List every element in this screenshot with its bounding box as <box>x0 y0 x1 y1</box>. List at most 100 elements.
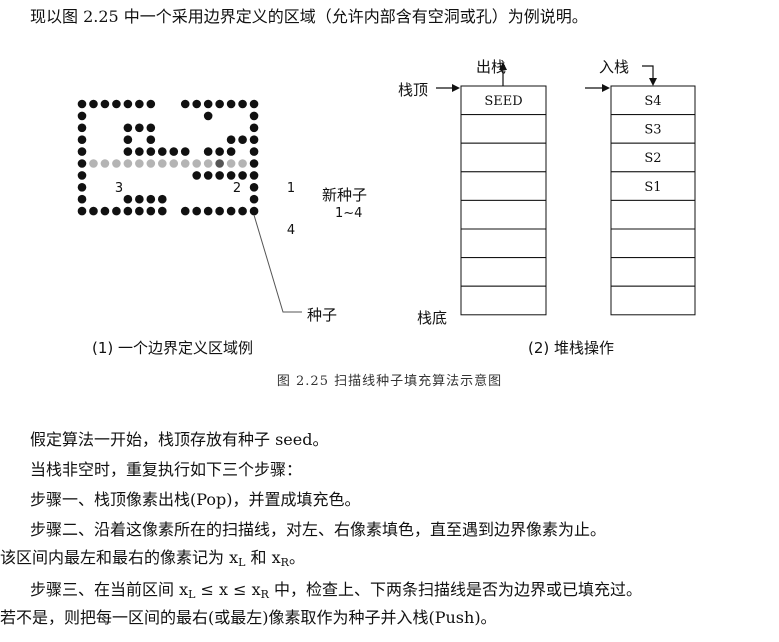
filled-pixel <box>238 159 247 168</box>
stack-2-cell <box>610 285 696 316</box>
paragraph-7: 若不是，则把每一区间的最右(或最左)像素取作为种子并入栈(Push)。 <box>0 608 497 627</box>
boundary-pixel <box>180 99 190 109</box>
boundary-pixel <box>180 206 190 216</box>
stack-2-cell <box>610 257 696 287</box>
boundary-pixel <box>180 147 190 156</box>
boundary-pixel <box>226 147 236 156</box>
boundary-pixel <box>77 111 87 121</box>
boundary-pixel <box>123 147 133 156</box>
pop-label: 出栈 <box>476 58 507 76</box>
stack-1-cell <box>460 142 547 173</box>
filled-pixel <box>89 159 98 168</box>
boundary-pixel <box>77 194 87 204</box>
boundary-pixel <box>226 171 236 180</box>
boundary-pixel <box>203 206 213 216</box>
boundary-pixel <box>112 99 121 109</box>
boundary-pixel <box>77 206 87 216</box>
paragraph-6: 步骤三、在当前区间 xL ≤ x ≤ xR 中，检查上、下两条扫描线是否为边界或… <box>30 580 643 601</box>
boundary-pixel <box>203 111 213 121</box>
filled-pixel <box>157 159 167 168</box>
boundary-pixel <box>169 147 179 156</box>
boundary-pixel <box>249 111 259 121</box>
boundary-pixel <box>215 206 224 216</box>
paragraph-3: 步骤一、栈顶像素出栈(Pop)，并置成填充色。 <box>30 490 361 509</box>
boundary-pixel <box>146 147 156 156</box>
filled-pixel <box>226 159 236 168</box>
boundary-pixel <box>123 99 133 109</box>
stack-1-cell <box>460 199 547 230</box>
seed-label: 种子 <box>307 306 338 324</box>
stack-top-label: 栈顶 <box>398 81 429 99</box>
boundary-pixel <box>215 171 224 180</box>
stack-1-cell <box>460 285 547 316</box>
boundary-pixel <box>203 147 213 156</box>
boundary-pixel <box>123 135 133 144</box>
boundary-pixel <box>135 147 144 156</box>
boundary-pixel <box>215 147 224 156</box>
boundary-pixel <box>238 206 247 216</box>
filled-pixel <box>123 159 133 168</box>
filled-pixel <box>180 159 190 168</box>
right-figure-label: (2) 堆栈操作 <box>528 339 615 357</box>
stack-1-cell-label: SEED <box>484 94 522 109</box>
boundary-pixel <box>146 99 156 109</box>
boundary-pixel <box>249 99 259 109</box>
marker-1: 1 <box>287 181 295 196</box>
boundary-pixel <box>157 147 167 156</box>
figure-caption: 图 2.25 扫描线种子填充算法示意图 <box>276 374 503 389</box>
boundary-pixel <box>226 206 236 216</box>
boundary-pixel <box>226 135 236 144</box>
boundary-pixel <box>249 147 259 156</box>
marker-3: 3 <box>115 181 123 196</box>
boundary-pixel <box>135 194 144 204</box>
stack-1-cell <box>460 257 547 287</box>
paragraph-4: 步骤二、沿着这像素所在的扫描线，对左、右像素填色，直至遇到边界像素为止。 <box>30 520 607 539</box>
boundary-pixel <box>77 147 87 156</box>
boundary-pixel <box>226 99 236 109</box>
boundary-pixel <box>249 206 259 216</box>
boundary-pixel <box>89 206 98 216</box>
stack-2-cell <box>610 199 696 230</box>
paragraph-2: 当栈非空时，重复执行如下三个步骤： <box>30 460 303 479</box>
boundary-pixel <box>146 135 156 144</box>
boundary-pixel <box>192 171 201 180</box>
filled-pixel <box>135 159 144 168</box>
paragraph-5: 该区间内最左和最右的像素记为 xL 和 xR。 <box>0 548 305 569</box>
boundary-pixel <box>249 183 259 192</box>
push-label: 入栈 <box>599 58 630 76</box>
boundary-pixel <box>89 99 98 109</box>
boundary-pixel <box>215 99 224 109</box>
filled-pixel <box>192 159 201 168</box>
stack-1-cell <box>460 171 547 201</box>
boundary-pixel <box>112 206 121 216</box>
boundary-pixel <box>123 123 133 133</box>
boundary-pixel <box>157 194 167 204</box>
stack-2-cell-label: S3 <box>644 123 661 138</box>
push-arrow-line <box>642 65 654 80</box>
push-arrowhead <box>649 78 657 86</box>
filled-pixel <box>100 159 110 168</box>
boundary-pixel <box>100 206 110 216</box>
stack2-pointer-arrowhead <box>602 84 610 92</box>
boundary-pixel <box>192 99 201 109</box>
boundary-pixel <box>249 123 259 133</box>
boundary-pixel <box>135 99 144 109</box>
boundary-pixel <box>135 206 144 216</box>
new-seed-label: 新种子 <box>322 186 368 204</box>
marker-2: 2 <box>233 181 241 196</box>
boundary-pixel <box>100 99 110 109</box>
stack-2-cell-label: S1 <box>644 180 661 195</box>
new-seed-range: 1~4 <box>335 206 363 221</box>
stack-2-cell <box>610 228 696 259</box>
filled-pixel <box>203 159 213 168</box>
boundary-pixel <box>249 159 259 168</box>
boundary-pixel <box>249 194 259 204</box>
boundary-pixel <box>249 135 259 144</box>
filled-pixel <box>112 159 121 168</box>
stack-1-cell <box>460 114 547 144</box>
boundary-pixel <box>238 135 247 144</box>
boundary-pixel <box>249 171 259 180</box>
boundary-pixel <box>135 123 144 133</box>
boundary-pixel <box>157 206 167 216</box>
marker-4: 4 <box>287 223 295 238</box>
